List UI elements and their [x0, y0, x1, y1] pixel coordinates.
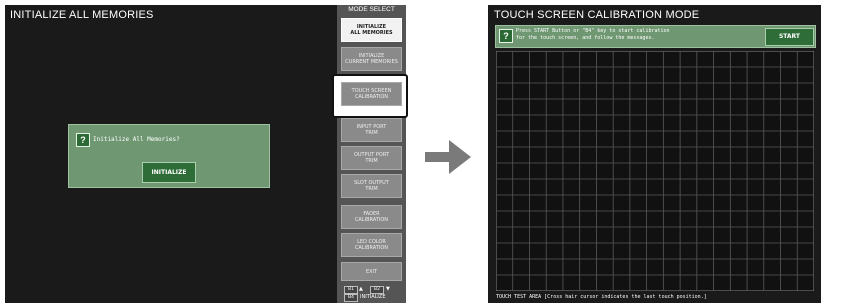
message-line-2: for the touch screen, and follow the mes…	[516, 35, 655, 41]
message-line-1: Press START Button or "B4" key to start …	[516, 28, 670, 34]
mode-button-output-port-trim[interactable]: OUTPUT PORT TRIM	[341, 146, 402, 170]
right-arrow-icon	[425, 140, 471, 174]
question-icon: ?	[499, 29, 513, 43]
mode-select-title: MODE SELECT	[348, 6, 395, 13]
touch-test-area[interactable]	[496, 51, 814, 291]
screen-title: INITIALIZE ALL MEMORIES	[10, 9, 154, 21]
mode-button-initialize-current-memories[interactable]: INITIALIZE CURRENT MEMORIES	[341, 47, 402, 71]
mode-button-led-color-calibration[interactable]: LED COLOR CALIBRATION	[341, 233, 402, 257]
up-arrow-icon: ▲	[359, 286, 363, 292]
initialize-dialog: ? Initialize All Memories? INITIALIZE	[68, 124, 270, 188]
question-icon: ?	[76, 133, 90, 147]
calibration-message-bar: ? Press START Button or "B4" key to star…	[495, 25, 816, 48]
calibration-message: Press START Button or "B4" key to start …	[516, 28, 670, 42]
mode-button-touch-screen-calibration[interactable]: TOUCH SCREEN CALIBRATION	[341, 82, 402, 106]
down-arrow-icon: ▼	[386, 286, 390, 292]
initialize-button[interactable]: INITIALIZE	[142, 162, 196, 183]
b4-key-label: INITIALIZE	[360, 294, 386, 300]
b2-key[interactable]: B2	[370, 286, 384, 294]
key-pager: B1 ▲ B2 ▼ B4 INITIALIZE	[340, 285, 404, 302]
touch-test-area-label: TOUCH TEST AREA [Cross hair cursor indic…	[496, 294, 707, 300]
b4-key[interactable]: B4	[344, 294, 358, 302]
mode-button-fader-calibration[interactable]: FADER CALIBRATION	[341, 205, 402, 229]
dialog-message: Initialize All Memories?	[93, 136, 180, 143]
start-button[interactable]: START	[765, 28, 814, 46]
b1-key[interactable]: B1	[344, 286, 358, 294]
mode-button-input-port-trim[interactable]: INPUT PORT TRIM	[341, 118, 402, 142]
screen-title: TOUCH SCREEN CALIBRATION MODE	[494, 9, 700, 21]
exit-button[interactable]: EXIT	[341, 262, 402, 281]
mode-button-initialize-all-memories[interactable]: INITIALIZE ALL MEMORIES	[341, 18, 402, 42]
mode-button-slot-output-trim[interactable]: SLOT OUTPUT TRIM	[341, 174, 402, 198]
